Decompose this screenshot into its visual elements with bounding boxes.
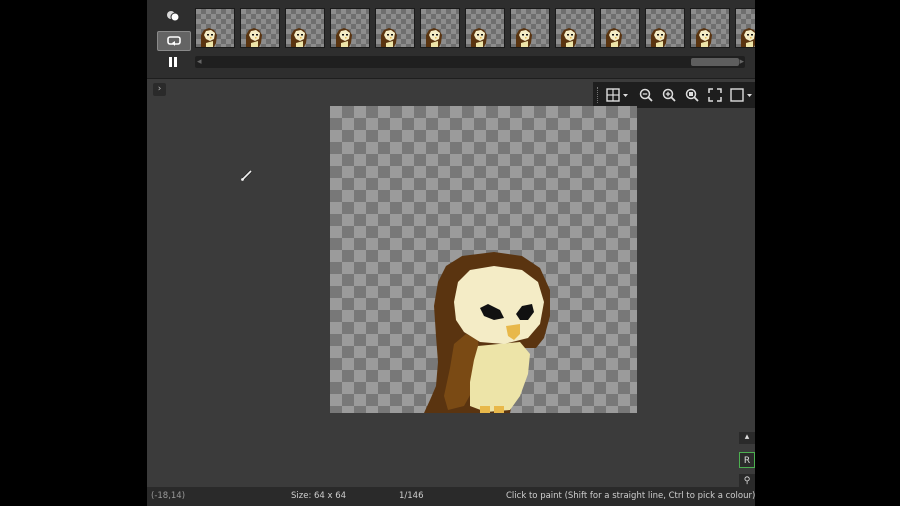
frame-thumbnail[interactable] <box>465 8 505 48</box>
background-button[interactable] <box>727 84 755 106</box>
owl-thumbnail-icon <box>291 28 307 47</box>
frame-thumbnail[interactable] <box>375 8 415 48</box>
zoom-out-button[interactable] <box>635 84 656 106</box>
canvas-workspace[interactable]: › ▴ R ⚲ <box>147 79 755 506</box>
scroll-left-icon[interactable]: ◂ <box>197 56 202 68</box>
brush-cursor-icon <box>240 169 253 182</box>
frame-thumbnail[interactable] <box>690 8 730 48</box>
owl-thumbnail-icon <box>606 28 622 47</box>
frame-thumbnail[interactable] <box>600 8 640 48</box>
owl-sprite <box>424 252 550 413</box>
owl-thumbnail-icon <box>651 28 667 47</box>
frame-thumbnail[interactable] <box>285 8 325 48</box>
loop-icon <box>167 36 181 46</box>
owl-thumbnail-icon <box>246 28 262 47</box>
frame-thumbnail[interactable] <box>735 8 755 48</box>
tool-hint: Click to paint (Shift for a straight lin… <box>506 491 755 501</box>
zoom-out-icon <box>639 88 653 102</box>
canvas-size: Size: 64 x 64 <box>291 491 347 501</box>
owl-thumbnail-icon <box>696 28 712 47</box>
owl-thumbnail-icon <box>426 28 442 47</box>
owl-thumbnail-icon <box>201 28 217 47</box>
fullscreen-icon <box>707 88 722 102</box>
frame-thumbnail[interactable] <box>420 8 460 48</box>
sprite-canvas[interactable] <box>330 106 637 413</box>
owl-thumbnail-icon <box>561 28 577 47</box>
timeline-scroll-thumb[interactable] <box>691 58 739 66</box>
grid-icon <box>606 88 628 102</box>
zoom-in-icon <box>662 88 676 102</box>
fullscreen-button[interactable] <box>704 84 725 106</box>
frame-strip <box>195 8 755 48</box>
frame-thumbnail[interactable] <box>240 8 280 48</box>
frame-thumbnail[interactable] <box>330 8 370 48</box>
frame-thumbnail[interactable] <box>555 8 595 48</box>
zoom-in-button[interactable] <box>658 84 679 106</box>
expand-panel-button[interactable]: › <box>153 83 166 96</box>
side-panel-collapse-icon[interactable]: ▴ <box>739 432 755 444</box>
owl-thumbnail-icon <box>516 28 532 47</box>
canvas-toolbar <box>593 82 755 108</box>
toolbar-grip[interactable] <box>597 87 601 103</box>
owl-thumbnail-icon <box>471 28 487 47</box>
zoom-fit-icon <box>685 88 699 102</box>
sprite-editor-window: ◂ ▸ › ▴ R ⚲ (-18,14) Size: 64 x 64 1/146… <box>147 0 755 506</box>
owl-thumbnail-icon <box>381 28 397 47</box>
timeline-scrollbar[interactable]: ◂ ▸ <box>195 56 745 68</box>
frame-thumbnail[interactable] <box>510 8 550 48</box>
grid-button[interactable] <box>603 84 633 106</box>
zoom-fit-button[interactable] <box>681 84 702 106</box>
side-panel-tab-r[interactable]: R <box>739 452 755 468</box>
scroll-right-icon[interactable]: ▸ <box>739 56 744 68</box>
owl-thumbnail-icon <box>741 28 755 47</box>
onion-skin-icon <box>167 11 180 22</box>
cursor-coordinates: (-18,14) <box>151 491 186 501</box>
pause-icon <box>169 57 177 67</box>
onion-skin-button[interactable] <box>157 7 189 25</box>
animation-timeline: ◂ ▸ <box>147 0 755 79</box>
pause-button[interactable] <box>157 53 189 71</box>
side-panel-search-icon[interactable]: ⚲ <box>739 474 755 488</box>
frame-thumbnail[interactable] <box>645 8 685 48</box>
owl-thumbnail-icon <box>336 28 352 47</box>
status-bar: (-18,14) Size: 64 x 64 1/146 Click to pa… <box>147 487 755 506</box>
loop-button[interactable] <box>157 31 191 51</box>
frame-counter: 1/146 <box>399 491 424 501</box>
background-icon <box>730 88 752 102</box>
frame-thumbnail[interactable] <box>195 8 235 48</box>
